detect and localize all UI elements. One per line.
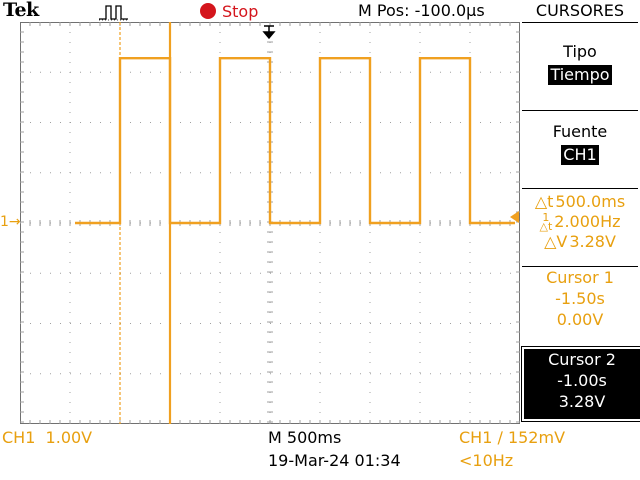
cursor-2-button[interactable]: Cursor 2 -1.00s 3.28V [521, 346, 640, 422]
menu-title: CURSORES [535, 1, 625, 20]
stop-icon [200, 3, 216, 19]
trigger-status: CH1 ∕ 152mV [459, 428, 566, 447]
delta-v-icon: △V [544, 232, 568, 251]
marker-arrow-icon: → [8, 214, 21, 230]
menu-divider [522, 110, 638, 111]
cursor-2-volt: 3.28V [558, 392, 606, 411]
source-option-label[interactable]: Fuente [520, 122, 640, 141]
cursor-1-label: Cursor 1 [546, 268, 614, 287]
delta-v-value: 3.28V [569, 232, 616, 251]
cursor-1-volt: 0.00V [556, 310, 604, 329]
brand-logo: Tek [3, 0, 39, 21]
delta-t-value: 500.0ms [555, 192, 626, 211]
trigger-position-icon [262, 25, 276, 40]
menu-divider [522, 188, 638, 189]
channel-number: 1 [0, 214, 9, 230]
ch1-scale: CH1 1.00V [2, 428, 93, 447]
delta-v-readout: △V 3.28V [520, 232, 640, 252]
inverse-delta-t-value: 2.000Hz [554, 212, 621, 231]
run-stop-indicator: Stop [200, 1, 258, 21]
side-menu: CURSORES Tipo Tiempo Fuente CH1 △t 500.0… [520, 0, 640, 424]
cursor-2-time: -1.00s [557, 371, 607, 390]
delta-t-readout: △t 500.0ms [520, 192, 640, 212]
cursor-2-label: Cursor 2 [548, 350, 616, 369]
type-option-value[interactable]: Tiempo [520, 65, 640, 85]
inverse-delta-t-icon: 1 △t [539, 211, 553, 233]
inverse-delta-t-readout: 1 △t 2.000Hz [520, 212, 640, 232]
run-state-label: Stop [222, 1, 259, 21]
scope-display [20, 22, 520, 424]
trigger-frequency: <10Hz [459, 451, 514, 470]
horizontal-position: M Pos: -100.0µs [358, 1, 485, 20]
datetime: 19-Mar-24 01:34 [268, 451, 401, 470]
type-option-label[interactable]: Tipo [520, 42, 640, 61]
trigger-level-icon [510, 211, 519, 223]
source-option-value[interactable]: CH1 [520, 145, 640, 165]
channel-ground-marker: 1→ [0, 214, 21, 230]
menu-divider [522, 22, 638, 23]
delta-readouts: △t 500.0ms 1 △t 2.000Hz △V 3.28V [520, 192, 640, 252]
cursor-1-button[interactable]: Cursor 1 -1.50s 0.00V [522, 266, 638, 337]
bottom-status: CH1 1.00V M 500ms 19-Mar-24 01:34 CH1 ∕ … [0, 424, 640, 480]
graticule [20, 22, 520, 424]
pulse-trigger-icon [99, 5, 128, 21]
ch1-waveform [75, 56, 515, 225]
timebase: M 500ms [268, 428, 342, 447]
delta-t-icon: △t [534, 192, 554, 211]
cursor-1-time: -1.50s [555, 289, 605, 308]
